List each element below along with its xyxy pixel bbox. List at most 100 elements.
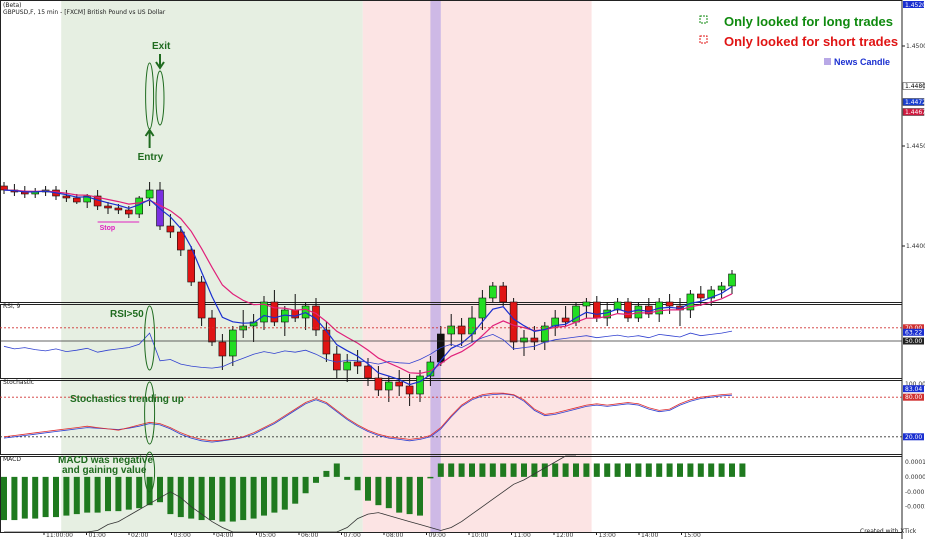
candle-body: [728, 273, 736, 287]
macd-bar: [729, 463, 735, 477]
macd-bar: [11, 476, 18, 521]
macd-bar: [125, 476, 132, 510]
macd-bar: [73, 476, 80, 515]
stoch-current-label: 83.04: [905, 386, 922, 393]
macd-bar: [458, 463, 465, 477]
macd-bar: [157, 476, 163, 503]
macd-bar: [21, 476, 28, 519]
macd-bar: [635, 463, 642, 477]
candle-body: [166, 225, 175, 233]
candle-body: [73, 197, 81, 203]
exit-label: Exit: [152, 41, 171, 52]
candle-body: [291, 309, 300, 319]
macd-bar: [396, 476, 403, 513]
macd-bar: [697, 463, 704, 477]
macd-bar: [500, 463, 507, 477]
macd-tick-label: 0.0000: [905, 474, 925, 481]
macd-bar: [645, 463, 652, 477]
macd-bar: [94, 476, 101, 513]
macd-bar: [687, 463, 694, 477]
macd-bar: [510, 463, 517, 477]
candle-body: [416, 375, 424, 395]
macd-bar: [53, 476, 59, 518]
macd-bar: [417, 476, 423, 516]
macd-bar: [521, 463, 527, 477]
time-tick-label: 12:00: [556, 532, 573, 539]
macd-bar: [448, 463, 455, 477]
candle-body: [62, 195, 71, 199]
time-tick-label: 01:00: [89, 532, 106, 539]
candle-body: [114, 207, 123, 211]
macd-bar: [479, 463, 486, 477]
macd-bar: [573, 463, 579, 477]
macd-bar: [63, 476, 70, 516]
candle-body: [478, 297, 487, 319]
rsi-label: RSI, 9: [3, 303, 21, 310]
macd-bar: [718, 463, 725, 477]
macd-bar: [593, 463, 600, 477]
macd-label: MACD: [3, 456, 21, 463]
rsi-level-label: 50.00: [905, 338, 922, 345]
macd-bar: [666, 463, 673, 477]
time-tick-label: 04:00: [216, 532, 233, 539]
macd-bar: [240, 476, 247, 521]
macd-bar: [32, 476, 39, 519]
time-tick-label: 05:00: [259, 532, 276, 539]
price-tick-label: 1.4450: [906, 143, 925, 150]
macd-bar: [292, 476, 299, 504]
candle-body: [384, 381, 393, 391]
macd-bar: [1, 476, 7, 521]
macd-tick-label: 0.0001: [905, 459, 925, 466]
time-tick-label: 08:00: [386, 532, 403, 539]
candle-body: [229, 329, 237, 357]
macd-bar: [261, 476, 267, 516]
candle-body: [665, 301, 674, 307]
price-marker-label: 1.4480: [905, 83, 925, 90]
macd-bar: [365, 476, 371, 501]
macd-bar: [344, 476, 351, 480]
candle-body: [197, 281, 206, 319]
macd-bar: [562, 463, 569, 477]
shade-long-region: [61, 0, 363, 532]
stoch-note: Stochastics trending up: [70, 394, 184, 405]
price-panel-label: (Beta): [3, 2, 22, 9]
shaded-regions: [61, 0, 592, 532]
candle-body: [696, 293, 705, 299]
candle-body: [270, 301, 279, 323]
candle-body: [561, 317, 570, 323]
legend-entry: Only looked for short trades: [724, 34, 898, 49]
candle-body: [177, 231, 185, 251]
macd-bar: [188, 476, 195, 519]
legend-entry: Only looked for long trades: [724, 14, 893, 29]
macd-bar: [42, 476, 49, 518]
candle-body: [374, 377, 383, 391]
macd-bar: [708, 463, 715, 477]
time-tick-label: 13:00: [599, 532, 616, 539]
macd-bar: [198, 476, 205, 521]
macd-bar: [489, 463, 496, 477]
macd-bar: [323, 470, 330, 477]
macd-bar: [333, 463, 340, 477]
macd-bar: [375, 476, 382, 506]
price-tick-label: 1.4500: [906, 43, 925, 50]
macd-bar: [313, 476, 319, 483]
stoch-low-label: 20.00: [905, 434, 922, 441]
candle-body: [447, 325, 456, 335]
time-tick-label: 11:00: [514, 532, 531, 539]
candle-body: [509, 301, 518, 343]
candle-body: [104, 205, 112, 209]
shade-short-region: [362, 0, 592, 532]
macd-bar: [136, 476, 143, 509]
price-tick-label: 1.4400: [906, 243, 925, 250]
candle-body: [125, 209, 133, 215]
watermark: Created with XTick: [860, 528, 917, 535]
forex-chart: 1.4520 1.4500 1.4450 1.4400 1.4480 1.4472 1.44…: [0, 0, 925, 539]
macd-bar: [614, 463, 621, 477]
rsi-current-label: 63.22: [905, 329, 922, 336]
candle-body: [218, 341, 227, 357]
candle-body: [592, 301, 601, 319]
macd-bar: [115, 476, 122, 512]
macd-bar: [177, 476, 184, 518]
macd-bar: [281, 476, 288, 510]
time-tick-label: 03:00: [174, 532, 191, 539]
